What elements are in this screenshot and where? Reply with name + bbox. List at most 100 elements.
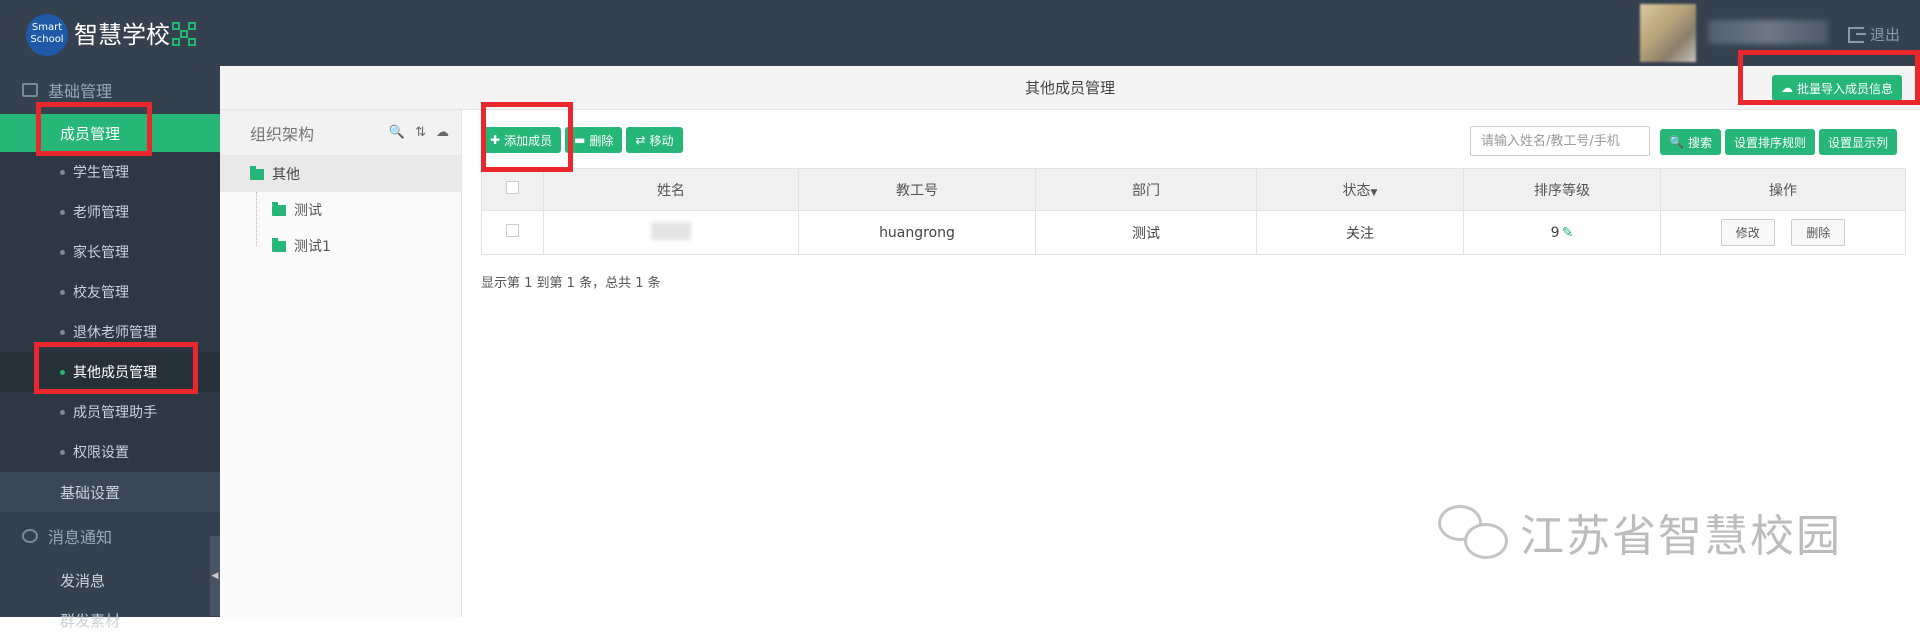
column-header-name: 姓名: [543, 168, 799, 211]
row-select-cell[interactable]: [481, 210, 544, 255]
logout-button[interactable]: 退出: [1848, 24, 1900, 45]
sidebar-collapse-handle[interactable]: ◀: [210, 536, 220, 616]
column-header-status[interactable]: 状态▼: [1256, 168, 1464, 211]
bullet-icon: [60, 209, 65, 215]
sidebar-item-alumni[interactable]: 校友管理: [0, 272, 220, 312]
folder-icon: [272, 237, 286, 252]
logout-icon: [1848, 26, 1866, 43]
sidebar-section-basic[interactable]: 基础管理: [0, 66, 220, 114]
name-blurred: [651, 221, 691, 240]
move-label: 移动: [649, 133, 674, 148]
sort-icon[interactable]: ⇅: [415, 125, 426, 140]
org-tree-title: 组织架构: [250, 124, 315, 144]
search-toolbar: 🔍 搜索 设置排序规则 设置显示列: [1660, 129, 1897, 155]
column-header-staff-id: 教工号: [798, 168, 1036, 211]
search-button[interactable]: 🔍 搜索: [1660, 129, 1721, 155]
bullet-icon: [60, 169, 65, 175]
row-checkbox[interactable]: [506, 224, 519, 237]
batch-import-button[interactable]: ☁ 批量导入成员信息: [1772, 75, 1903, 101]
delete-button[interactable]: ▬ 删除: [565, 127, 623, 153]
column-header-actions: 操作: [1660, 168, 1906, 211]
sidebar-item-permissions[interactable]: 权限设置: [0, 432, 220, 472]
move-button[interactable]: ⇄ 移动: [626, 127, 683, 153]
sidebar-item-label: 其他成员管理: [73, 365, 157, 381]
briefcase-icon: [22, 83, 38, 97]
org-tree-panel: 组织架构 🔍 ⇅ ☁ 其他 测试 测试1: [220, 110, 462, 617]
cell-staff-id: huangrong: [798, 210, 1036, 255]
edit-button[interactable]: 修改: [1720, 219, 1775, 246]
bullet-icon: [60, 369, 65, 375]
section-label: 消息通知: [48, 528, 113, 547]
add-member-label: 添加成员: [504, 133, 553, 148]
tree-node-label: 测试1: [294, 239, 331, 255]
search-input[interactable]: [1470, 126, 1650, 156]
page-title: 其他成员管理: [220, 66, 1920, 110]
row-delete-button[interactable]: 删除: [1791, 219, 1846, 246]
sidebar-item-member-assistant[interactable]: 成员管理助手: [0, 392, 220, 432]
folder-open-icon: [250, 165, 264, 180]
cloud-upload-icon: ☁: [1781, 81, 1793, 95]
sidebar-item-send-message[interactable]: 发消息: [0, 560, 220, 600]
sidebar-item-member-management[interactable]: 成员管理: [0, 114, 220, 152]
column-header-rank: 排序等级: [1463, 168, 1661, 211]
status-header-label: 状态: [1342, 182, 1371, 199]
tree-node-root[interactable]: 其他: [220, 156, 461, 192]
sidebar-item-label: 校友管理: [73, 285, 129, 301]
bullet-icon: [60, 329, 65, 335]
pencil-icon[interactable]: ✎: [1562, 225, 1574, 241]
column-header-department: 部门: [1035, 168, 1257, 211]
sidebar-item-label: 退休老师管理: [73, 325, 157, 341]
rank-value: 9: [1550, 224, 1560, 241]
logout-label: 退出: [1870, 26, 1901, 44]
watermark: 江苏省智慧校园: [1436, 500, 1842, 564]
cell-name: [543, 210, 799, 255]
search-icon[interactable]: 🔍: [389, 125, 405, 140]
smart-school-logo: Smart School: [26, 14, 68, 56]
user-name-blurred[interactable]: [1708, 20, 1828, 44]
bullet-icon: [60, 289, 65, 295]
sidebar-section-messages[interactable]: 消息通知: [0, 512, 220, 560]
sidebar-item-teachers[interactable]: 老师管理: [0, 192, 220, 232]
sidebar-item-parents[interactable]: 家长管理: [0, 232, 220, 272]
brand-title: 智慧学校: [74, 21, 170, 49]
add-member-button[interactable]: ✚ 添加成员: [481, 127, 562, 153]
member-toolbar: ✚ 添加成员 ▬ 删除 ⇄ 移动: [481, 127, 683, 153]
qr-code-icon[interactable]: [172, 22, 196, 46]
bullet-icon: [60, 449, 65, 455]
tree-node-label: 其他: [272, 167, 300, 183]
cell-actions: 修改 删除: [1660, 210, 1906, 255]
bullet-icon: [60, 249, 65, 255]
select-all-header[interactable]: [481, 168, 544, 211]
caret-down-icon: ▼: [1370, 187, 1378, 198]
logo-line2: School: [30, 34, 64, 45]
search-label: 搜索: [1687, 135, 1712, 150]
chat-bubble-icon: [22, 529, 38, 543]
cell-rank: 9 ✎: [1463, 210, 1661, 255]
sidebar: 基础管理 成员管理 学生管理 老师管理 家长管理 校友管理 退休老师管理 其他成…: [0, 66, 220, 630]
sidebar-item-label: 学生管理: [73, 165, 129, 181]
plus-icon: ✚: [490, 133, 501, 147]
bullet-icon: [60, 409, 65, 415]
cloud-upload-icon[interactable]: ☁: [436, 125, 449, 140]
table-row: huangrong 测试 关注 9 ✎ 修改 删除: [481, 210, 1906, 255]
sidebar-item-other-members[interactable]: 其他成员管理: [0, 352, 220, 392]
avatar[interactable]: [1640, 4, 1696, 62]
top-header: Smart School 智慧学校 退出: [0, 0, 1920, 66]
select-all-checkbox[interactable]: [506, 181, 519, 194]
sidebar-item-students[interactable]: 学生管理: [0, 152, 220, 192]
minus-icon: ▬: [574, 133, 586, 147]
cell-department: 测试: [1035, 210, 1257, 255]
sidebar-item-basic-settings[interactable]: 基础设置: [0, 472, 220, 512]
sidebar-item-materials[interactable]: 群发素材: [0, 600, 220, 640]
sidebar-item-retired-teachers[interactable]: 退休老师管理: [0, 312, 220, 352]
display-columns-button[interactable]: 设置显示列: [1818, 129, 1897, 155]
org-tree-header: 组织架构 🔍 ⇅ ☁: [220, 110, 461, 156]
sidebar-item-label: 成员管理助手: [73, 405, 157, 421]
sort-rule-button[interactable]: 设置排序规则: [1724, 129, 1815, 155]
tree-node-label: 测试: [294, 203, 322, 219]
swap-icon: ⇄: [635, 133, 646, 147]
sidebar-item-label: 老师管理: [73, 205, 129, 221]
sidebar-item-label: 权限设置: [73, 445, 129, 461]
pagination-info: 显示第 1 到第 1 条，总共 1 条: [481, 276, 661, 291]
search-icon: 🔍: [1669, 135, 1684, 149]
